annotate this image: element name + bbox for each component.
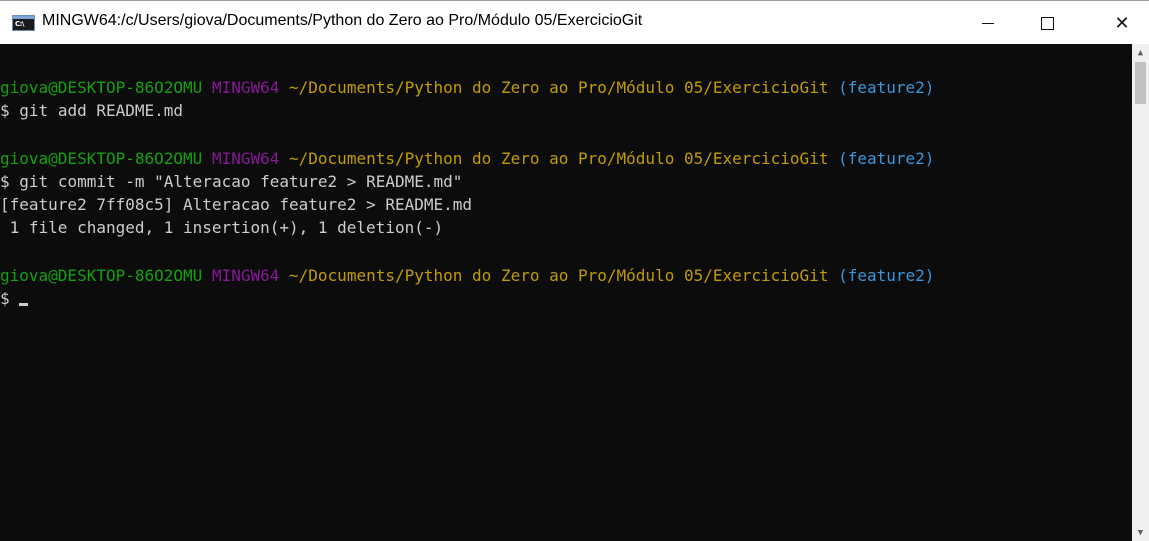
prompt-line-1: giova@DESKTOP-86O2OMU MINGW64 ~/Document… xyxy=(0,76,934,100)
output-line-2: 1 file changed, 1 insertion(+), 1 deleti… xyxy=(0,218,444,237)
prompt-symbol: $ xyxy=(0,101,10,120)
title-bar[interactable]: C:\ MINGW64:/c/Users/giova/Documents/Pyt… xyxy=(0,0,1149,44)
app-icon-label: C:\ xyxy=(15,20,25,28)
prompt-symbol: $ xyxy=(0,172,10,191)
prompt-user-host: giova@DESKTOP-86O2OMU xyxy=(0,266,203,285)
command-line-3[interactable]: $ xyxy=(0,287,29,311)
prompt-path: ~/Documents/Python do Zero ao Pro/Módulo… xyxy=(289,149,829,168)
prompt-env: MINGW64 xyxy=(211,149,280,168)
close-icon: ✕ xyxy=(1114,12,1130,34)
vertical-scrollbar[interactable]: ▲ ▼ xyxy=(1132,44,1149,541)
prompt-line-2: giova@DESKTOP-86O2OMU MINGW64 ~/Document… xyxy=(0,147,934,171)
text-cursor xyxy=(19,303,29,306)
maximize-icon xyxy=(1040,16,1054,30)
prompt-symbol: $ xyxy=(0,289,10,308)
command-text: git commit -m "Alteracao feature2 > READ… xyxy=(19,172,463,191)
window-title: MINGW64:/c/Users/giova/Documents/Python … xyxy=(42,12,643,29)
prompt-branch: (feature2) xyxy=(838,266,935,285)
prompt-user-host: giova@DESKTOP-86O2OMU xyxy=(0,78,203,97)
output-line-1: [feature2 7ff08c5] Alteracao feature2 > … xyxy=(0,195,473,214)
minimize-icon xyxy=(982,22,994,24)
command-line-1: $ git add README.md xyxy=(0,99,183,123)
prompt-env: MINGW64 xyxy=(211,266,280,285)
minimize-button[interactable] xyxy=(963,1,1013,45)
close-button[interactable]: ✕ xyxy=(1097,1,1147,45)
prompt-user-host: giova@DESKTOP-86O2OMU xyxy=(0,149,203,168)
maximize-button[interactable] xyxy=(1022,1,1072,45)
terminal-app-icon[interactable]: C:\ xyxy=(12,15,35,31)
prompt-branch: (feature2) xyxy=(838,149,935,168)
prompt-path: ~/Documents/Python do Zero ao Pro/Módulo… xyxy=(289,266,829,285)
prompt-line-3: giova@DESKTOP-86O2OMU MINGW64 ~/Document… xyxy=(0,264,934,288)
prompt-path: ~/Documents/Python do Zero ao Pro/Módulo… xyxy=(289,78,829,97)
scroll-up-icon[interactable]: ▲ xyxy=(1132,44,1149,61)
prompt-branch: (feature2) xyxy=(838,78,935,97)
scroll-down-icon[interactable]: ▼ xyxy=(1132,524,1149,541)
terminal-output[interactable]: giova@DESKTOP-86O2OMU MINGW64 ~/Document… xyxy=(0,44,1132,541)
command-text: git add README.md xyxy=(19,101,184,120)
command-line-2: $ git commit -m "Alteracao feature2 > RE… xyxy=(0,170,462,194)
prompt-env: MINGW64 xyxy=(211,78,280,97)
scroll-thumb[interactable] xyxy=(1135,62,1146,104)
